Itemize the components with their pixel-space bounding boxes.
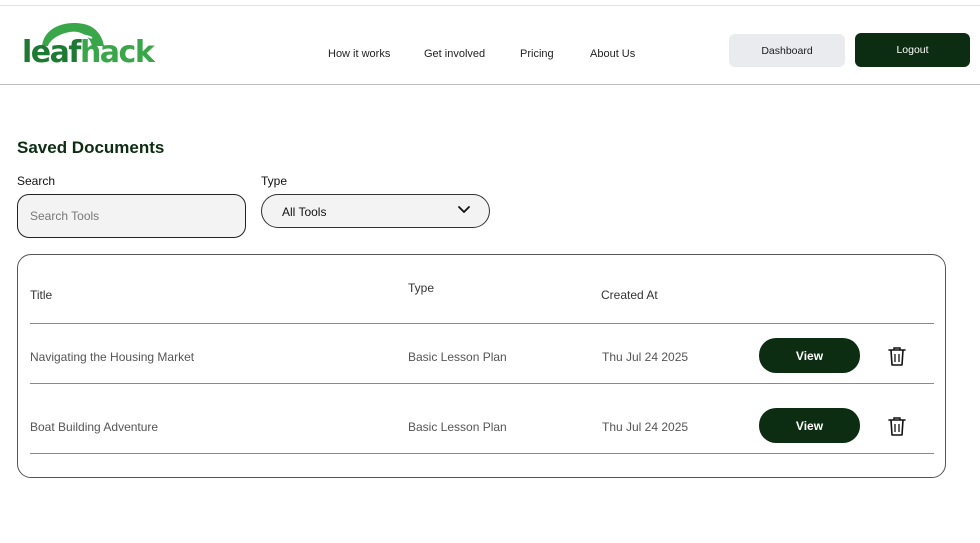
dashboard-button[interactable]: Dashboard: [729, 34, 845, 67]
type-select-value: All Tools: [282, 205, 327, 219]
nav-link-how-it-works[interactable]: How it works: [328, 48, 390, 60]
row-created: Thu Jul 24 2025: [602, 420, 689, 434]
row-type: Basic Lesson Plan: [408, 420, 507, 434]
nav-link-about-us[interactable]: About Us: [590, 48, 635, 60]
trash-icon[interactable]: [888, 416, 906, 436]
column-header-created: Created At: [601, 288, 658, 302]
site-header: leafhack How it works Get involved Prici…: [0, 6, 980, 85]
row-divider: [30, 383, 934, 384]
nav-link-get-involved[interactable]: Get involved: [424, 48, 485, 60]
page-title: Saved Documents: [17, 138, 165, 157]
nav-link-pricing[interactable]: Pricing: [520, 48, 554, 60]
row-title: Boat Building Adventure: [30, 420, 159, 434]
header-divider: [30, 323, 934, 324]
type-label: Type: [261, 174, 288, 188]
search-label: Search: [17, 174, 56, 188]
row-created: Thu Jul 24 2025: [602, 350, 689, 364]
type-select[interactable]: All Tools: [261, 194, 490, 228]
row-type: Basic Lesson Plan: [408, 350, 507, 364]
chevron-down-icon: [458, 206, 470, 213]
row-title: Navigating the Housing Market: [30, 350, 195, 364]
column-header-type: Type: [408, 281, 435, 295]
view-button[interactable]: View: [759, 408, 860, 443]
documents-table: Title Type Created At Navigating the Hou…: [17, 254, 946, 478]
column-header-title: Title: [30, 288, 53, 302]
search-input[interactable]: [17, 194, 246, 238]
trash-icon[interactable]: [888, 346, 906, 366]
row-divider: [30, 453, 934, 454]
logout-button[interactable]: Logout: [855, 33, 970, 67]
view-button[interactable]: View: [759, 338, 860, 373]
